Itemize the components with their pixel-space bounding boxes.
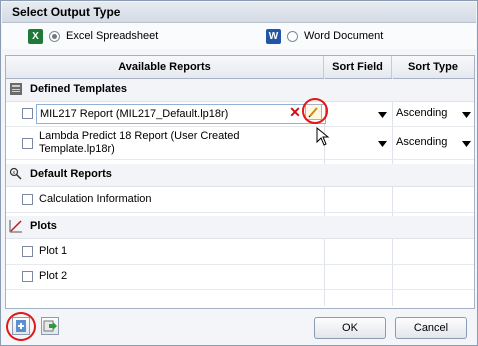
- table-row[interactable]: MIL217 Report (MIL217_Default.lp18r) ✕ A…: [6, 98, 474, 127]
- template-label: Lambda Predict 18 Report (User Created: [39, 130, 240, 142]
- section-defined-templates: Defined Templates: [6, 79, 474, 102]
- table-row[interactable]: Lambda Predict 18 Report (User Created T…: [6, 127, 474, 160]
- row-checkbox[interactable]: [22, 138, 33, 149]
- svg-text:x: x: [12, 170, 15, 176]
- excel-radio[interactable]: [49, 30, 60, 42]
- sort-type-value[interactable]: Ascending: [396, 107, 447, 119]
- sort-type-value[interactable]: Ascending: [396, 136, 447, 148]
- col-sort-type[interactable]: Sort Type: [392, 56, 474, 78]
- plot-icon: [9, 220, 22, 233]
- section-plots: Plots: [6, 216, 474, 239]
- chevron-down-icon[interactable]: [378, 112, 387, 118]
- output-type-options: X Excel Spreadsheet W Word Document: [2, 23, 476, 49]
- chevron-down-icon[interactable]: [378, 141, 387, 147]
- template-label-line2: Template.lp18r): [39, 143, 115, 155]
- highlight-circle: [6, 312, 36, 341]
- plot-label: Plot 2: [39, 270, 68, 282]
- word-icon: W: [266, 28, 281, 44]
- chevron-down-icon[interactable]: [462, 112, 471, 118]
- table-row[interactable]: Calculation Information: [6, 188, 474, 213]
- export-icon: [43, 320, 57, 332]
- excel-icon: X: [28, 28, 43, 44]
- delete-icon[interactable]: ✕: [288, 105, 302, 119]
- word-label: Word Document: [304, 30, 384, 42]
- word-radio[interactable]: [287, 30, 298, 42]
- excel-label: Excel Spreadsheet: [66, 30, 159, 42]
- report-label: Calculation Information: [39, 193, 152, 205]
- table-row[interactable]: Plot 1: [6, 240, 474, 265]
- section-label: Defined Templates: [30, 83, 127, 95]
- ok-button[interactable]: OK: [314, 317, 386, 339]
- output-type-header: Select Output Type: [2, 2, 476, 23]
- cursor-icon: [316, 127, 330, 146]
- chevron-down-icon[interactable]: [462, 141, 471, 147]
- word-option[interactable]: W Word Document: [266, 27, 383, 45]
- col-sort-field[interactable]: Sort Field: [324, 56, 392, 78]
- cancel-button[interactable]: Cancel: [395, 317, 467, 339]
- table-row[interactable]: Plot 2: [6, 265, 474, 290]
- col-available-reports[interactable]: Available Reports: [6, 56, 324, 78]
- section-default-reports: x Default Reports: [6, 164, 474, 187]
- templates-icon: [10, 83, 22, 95]
- plot-label: Plot 1: [39, 245, 68, 257]
- section-label: Plots: [30, 220, 57, 232]
- output-dialog: Select Output Type X Excel Spreadsheet W…: [0, 0, 478, 346]
- row-checkbox[interactable]: [22, 194, 33, 205]
- template-label: MIL217 Report (MIL217_Default.lp18r): [40, 108, 229, 120]
- section-label: Default Reports: [30, 168, 112, 180]
- output-type-title: Select Output Type: [12, 5, 121, 19]
- grid-header: Available Reports Sort Field Sort Type: [6, 56, 474, 79]
- highlight-circle: [302, 98, 328, 124]
- excel-option[interactable]: X Excel Spreadsheet: [28, 27, 158, 45]
- report-icon: x: [9, 167, 22, 180]
- row-checkbox[interactable]: [22, 271, 33, 282]
- row-checkbox[interactable]: [22, 246, 33, 257]
- row-checkbox[interactable]: [22, 108, 33, 119]
- template-name-box: MIL217 Report (MIL217_Default.lp18r): [36, 104, 326, 124]
- reports-grid: Available Reports Sort Field Sort Type D…: [5, 55, 475, 309]
- export-button[interactable]: [41, 317, 59, 335]
